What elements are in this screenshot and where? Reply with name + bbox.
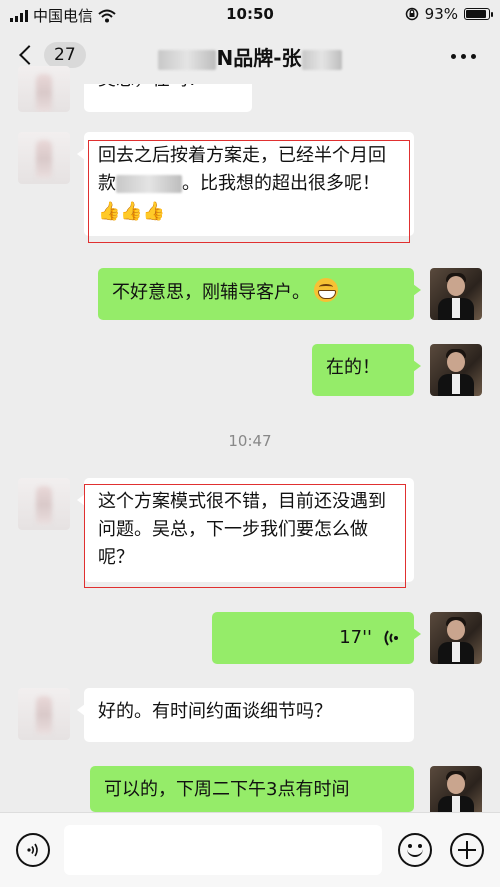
- orientation-lock-icon: [405, 7, 418, 21]
- battery-fill: [466, 10, 487, 18]
- chat-title-text: N品牌-张: [216, 46, 302, 70]
- voice-message-bubble[interactable]: 17'': [212, 612, 421, 664]
- highlight-box: [88, 140, 410, 243]
- contact-avatar[interactable]: [18, 478, 70, 530]
- message-bubble-me: 不好意思，刚辅导客户。: [98, 268, 421, 320]
- my-avatar[interactable]: [430, 612, 482, 664]
- battery-icon: [464, 8, 493, 20]
- contact-avatar[interactable]: [18, 132, 70, 184]
- voice-duration: 17'': [339, 627, 372, 648]
- my-avatar[interactable]: [430, 766, 482, 818]
- message-text: 好的。有时间约面谈细节吗？: [98, 701, 332, 722]
- battery-group: 93%: [405, 5, 493, 23]
- message-bubble-them: 好的。有时间约面谈细节吗？: [77, 688, 414, 742]
- message-bubble-me: 在的！: [312, 344, 421, 396]
- contact-avatar[interactable]: [18, 688, 70, 740]
- plus-icon[interactable]: [450, 833, 484, 867]
- timestamp: 10:47: [228, 432, 272, 450]
- voice-wave-glyph: [27, 843, 38, 857]
- battery-percent: 93%: [424, 5, 458, 23]
- input-bar: [0, 812, 500, 887]
- chat-title: N品牌-张: [0, 42, 500, 71]
- my-avatar[interactable]: [430, 268, 482, 320]
- my-avatar[interactable]: [430, 344, 482, 396]
- more-dots-icon[interactable]: [451, 54, 476, 59]
- message-text: 不好意思，刚辅导客户。: [112, 282, 310, 303]
- message-text: 可以的，下周二下午3点有时间: [104, 779, 350, 800]
- voice-icon[interactable]: [16, 833, 50, 867]
- message-text: 在的！: [326, 357, 380, 378]
- voice-wave-icon: [384, 630, 398, 646]
- message-input[interactable]: [64, 825, 382, 875]
- status-bar: 中国电信 10:50 93%: [0, 0, 500, 30]
- redacted-name-prefix: [158, 49, 217, 70]
- emoji-icon[interactable]: [398, 833, 432, 867]
- highlight-box: [84, 484, 406, 588]
- redacted-name-suffix: [301, 49, 342, 70]
- grin-emoji: [314, 278, 338, 302]
- contact-avatar[interactable]: [18, 66, 70, 112]
- chat-header: 27 N品牌-张: [0, 30, 500, 82]
- message-bubble-me: 可以的，下周二下午3点有时间: [90, 766, 414, 812]
